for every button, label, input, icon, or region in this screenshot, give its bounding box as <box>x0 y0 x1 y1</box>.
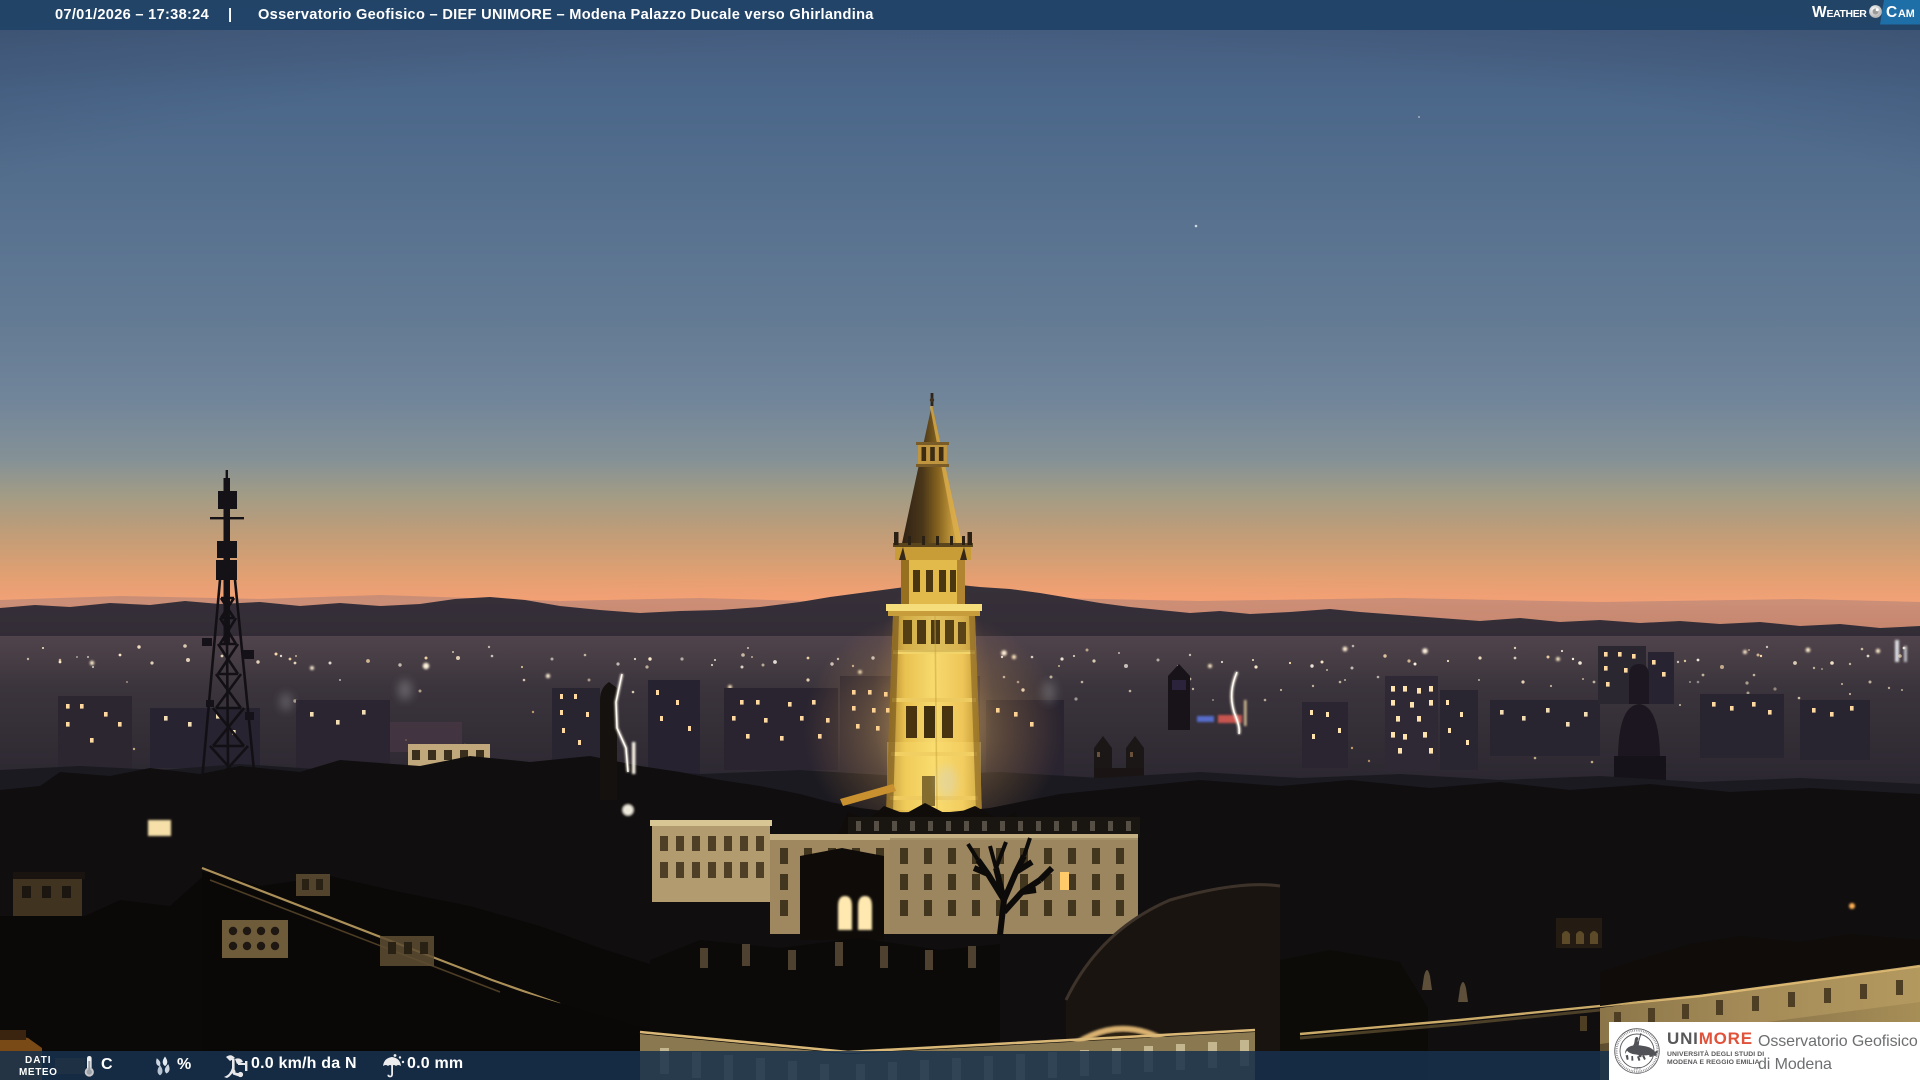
svg-text:EATHER: EATHER <box>1827 8 1868 20</box>
svg-text:AM: AM <box>1898 8 1915 20</box>
svg-text:W: W <box>1812 4 1827 21</box>
svg-text:C: C <box>1886 4 1897 21</box>
svg-text:1175: 1175 <box>1633 1067 1640 1071</box>
